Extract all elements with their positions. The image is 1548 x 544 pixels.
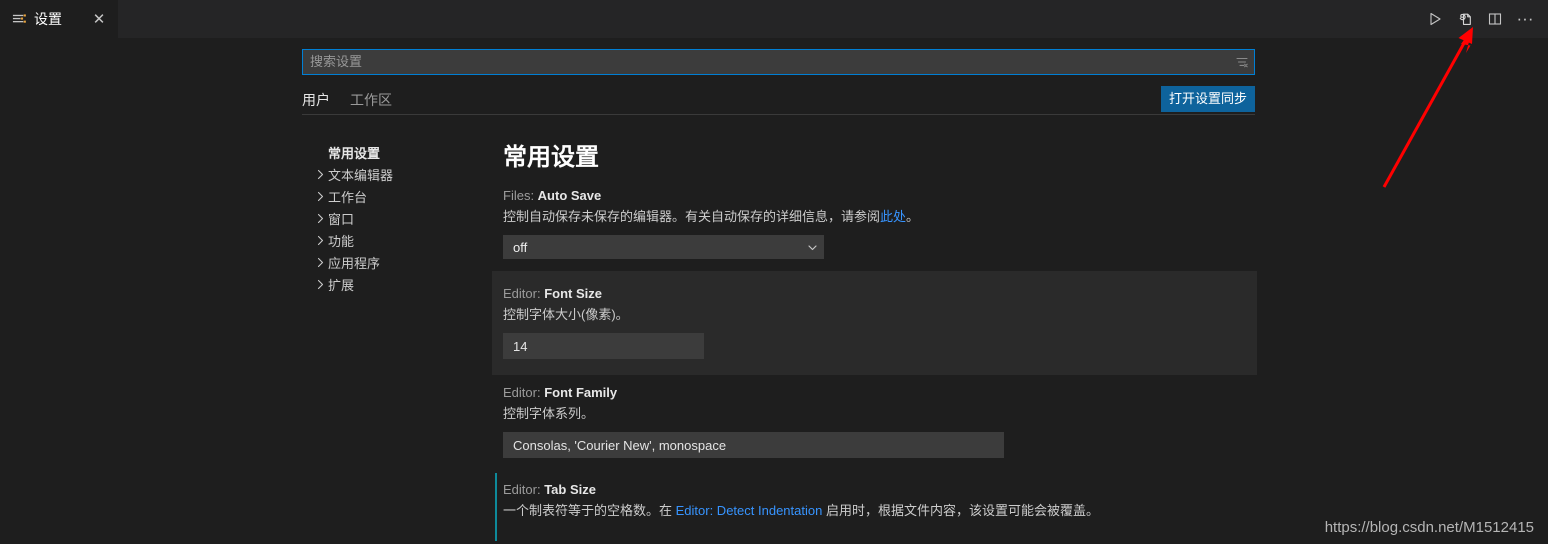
toc-item-label: 常用设置 <box>328 145 381 161</box>
setting-category: Editor: <box>503 385 545 400</box>
description-text: 控制字体大小(像素)。 <box>503 307 629 322</box>
turn-on-settings-sync-button[interactable]: 打开设置同步 <box>1160 86 1255 112</box>
description-text-tail: 。 <box>906 209 920 224</box>
tab-settings[interactable]: 设置 ✕ <box>0 0 118 38</box>
open-changes-icon[interactable] <box>1450 4 1480 34</box>
toc-item-extensions[interactable]: 扩展 <box>302 273 492 295</box>
settings-editor: 搜索设置 用户 工作区 打开设置同步 常用设置 文本编辑器 工作台 窗口 功能 … <box>0 38 1548 544</box>
setting-category: Editor: <box>503 482 545 497</box>
settings-scope-row: 用户 工作区 打开设置同步 <box>302 86 1255 115</box>
settings-toc: › 常用设置 文本编辑器 工作台 窗口 <box>302 133 492 295</box>
setting-key: Font Size <box>544 286 602 301</box>
font-family-input[interactable]: Consolas, 'Courier New', monospace <box>503 432 1004 458</box>
tab-user[interactable]: 用户 <box>302 92 330 115</box>
dropdown-value: off <box>513 239 528 255</box>
description-text: 一个制表符等于的空格数。在 <box>503 503 676 518</box>
setting-title: Editor: Font Size <box>503 285 1257 303</box>
description-text: 控制自动保存未保存的编辑器。有关自动保存的详细信息，请参阅 <box>503 209 881 224</box>
chevron-down-icon <box>801 242 823 253</box>
chevron-right-icon[interactable] <box>312 169 328 180</box>
setting-row[interactable]: Editor: Font Size 控制字体大小(像素)。 14 <box>492 271 1257 375</box>
toc-item-window[interactable]: 窗口 <box>302 207 492 229</box>
filter-icon[interactable] <box>1230 50 1254 74</box>
scope-divider <box>302 114 1255 115</box>
setting-description: 控制字体大小(像素)。 <box>503 305 1257 325</box>
setting-key: Tab Size <box>544 482 596 497</box>
description-link[interactable]: 此处 <box>880 209 906 224</box>
editor-actions: ··· <box>1420 0 1548 38</box>
setting-row[interactable]: Editor: Font Family 控制字体系列。 Consolas, 'C… <box>492 375 1257 470</box>
toc-item-label: 工作台 <box>328 189 368 205</box>
setting-description: 一个制表符等于的空格数。在 Editor: Detect Indentation… <box>503 501 1257 521</box>
setting-title: Editor: Tab Size <box>503 481 1257 499</box>
chevron-right-icon[interactable] <box>312 235 328 246</box>
setting-title: Files: Auto Save <box>503 187 1257 205</box>
setting-description: 控制字体系列。 <box>503 404 1257 424</box>
setting-description: 控制自动保存未保存的编辑器。有关自动保存的详细信息，请参阅此处。 <box>503 207 1257 227</box>
toc-item-text-editor[interactable]: 文本编辑器 <box>302 163 492 185</box>
watermark-url: https://blog.csdn.net/M1512415 <box>1324 519 1534 536</box>
toc-item-features[interactable]: 功能 <box>302 229 492 251</box>
chevron-right-icon[interactable] <box>312 213 328 224</box>
toc-item-label: 窗口 <box>328 211 355 227</box>
settings-list-icon <box>12 12 27 27</box>
toc-item-common-settings[interactable]: › 常用设置 <box>302 141 492 163</box>
tab-label: 设置 <box>34 11 62 27</box>
setting-category: Editor: <box>503 286 545 301</box>
toc-item-application[interactable]: 应用程序 <box>302 251 492 273</box>
font-size-input[interactable]: 14 <box>503 333 704 359</box>
editor-tab-bar: 设置 ✕ ··· <box>0 0 1548 38</box>
chevron-right-icon[interactable] <box>312 257 328 268</box>
scope-tabs: 用户 工作区 <box>302 86 1255 115</box>
setting-title: Editor: Font Family <box>503 384 1257 402</box>
split-editor-icon[interactable] <box>1480 4 1510 34</box>
setting-row[interactable]: Files: Auto Save 控制自动保存未保存的编辑器。有关自动保存的详细… <box>492 173 1257 271</box>
tab-workspace[interactable]: 工作区 <box>350 92 392 115</box>
toc-item-label: 功能 <box>328 233 355 249</box>
description-link[interactable]: Editor: Detect Indentation <box>676 503 823 518</box>
toc-item-workbench[interactable]: 工作台 <box>302 185 492 207</box>
setting-category: Files: <box>503 188 538 203</box>
tab-bar-empty-space <box>118 0 1420 38</box>
input-value: 14 <box>513 338 528 354</box>
setting-key: Font Family <box>544 385 618 400</box>
setting-row[interactable]: Editor: Tab Size 一个制表符等于的空格数。在 Editor: D… <box>492 470 1257 541</box>
page-title: 常用设置 <box>503 144 599 171</box>
chevron-right-icon[interactable] <box>312 191 328 202</box>
settings-body: › 常用设置 文本编辑器 工作台 窗口 <box>302 133 1548 544</box>
settings-list[interactable]: 常用设置 Files: Auto Save 控制自动保存未保存的编辑器。有关自动… <box>492 133 1548 544</box>
more-actions-icon[interactable]: ··· <box>1510 4 1540 34</box>
description-text: 控制字体系列。 <box>503 406 595 421</box>
toc-item-label: 扩展 <box>328 277 355 293</box>
run-icon[interactable] <box>1420 4 1450 34</box>
toc-item-label: 文本编辑器 <box>328 167 394 183</box>
chevron-right-icon[interactable] <box>312 279 328 290</box>
search-placeholder: 搜索设置 <box>310 54 363 69</box>
setting-key: Auto Save <box>537 188 602 203</box>
close-icon[interactable]: ✕ <box>90 12 108 27</box>
input-value: Consolas, 'Courier New', monospace <box>513 437 727 453</box>
settings-search-row: 搜索设置 <box>302 49 1255 75</box>
toc-item-label: 应用程序 <box>328 255 381 271</box>
description-text-tail: 启用时，根据文件内容，该设置可能会被覆盖。 <box>822 503 1099 518</box>
auto-save-dropdown[interactable]: off <box>503 235 824 259</box>
search-input[interactable]: 搜索设置 <box>302 49 1255 75</box>
